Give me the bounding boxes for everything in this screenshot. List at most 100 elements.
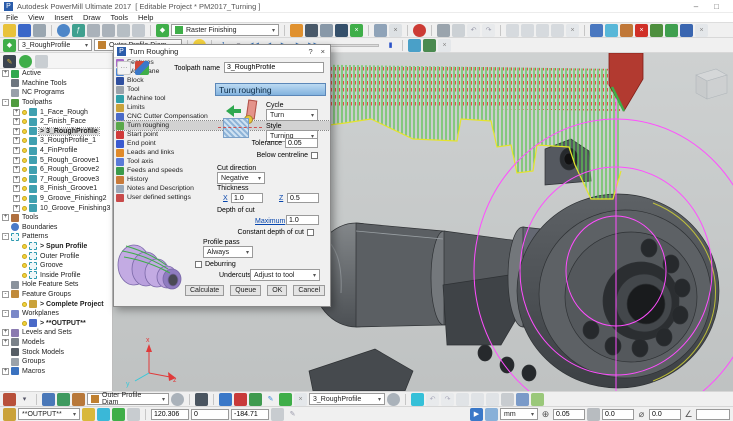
save-icon[interactable] <box>18 24 31 37</box>
annotation-icon[interactable] <box>132 24 145 37</box>
bulb-icon[interactable] <box>22 148 27 153</box>
cut-direction-combo[interactable]: Negative▾ <box>217 172 265 184</box>
tolerance-input[interactable] <box>285 138 318 148</box>
bulb-icon[interactable] <box>22 110 27 115</box>
bulb-icon[interactable] <box>22 177 27 182</box>
expander-icon[interactable]: + <box>2 329 9 336</box>
draw-tool-icon[interactable] <box>234 393 247 406</box>
tree-item-groups[interactable]: Groups <box>0 357 112 367</box>
bulb-icon[interactable] <box>22 158 27 163</box>
expander-icon[interactable]: + <box>13 128 20 135</box>
pattern-icon[interactable] <box>620 24 633 37</box>
tree-item-toolpath[interactable]: + 3_RoughProfile_1 <box>0 136 112 146</box>
zlevel-icon[interactable] <box>305 24 318 37</box>
maximize-button[interactable]: □ <box>714 2 719 11</box>
redo-icon[interactable]: ↷ <box>482 24 495 37</box>
tree-item-pattern[interactable]: Inside Profile <box>0 270 112 280</box>
bulb-icon[interactable] <box>22 119 27 124</box>
calculate-button[interactable]: Calculate <box>185 285 224 296</box>
delete-icon[interactable]: × <box>635 24 648 37</box>
tree-item-toolpath[interactable]: + 10_Groove_Finishing3 <box>0 203 112 213</box>
tree-item-toolpath[interactable]: + 7_Rough_Groove3 <box>0 175 112 185</box>
expander-icon[interactable]: - <box>2 310 9 317</box>
tree-item-levels-and-sets[interactable]: + Levels and Sets <box>0 328 112 338</box>
expander-icon[interactable]: + <box>13 205 20 212</box>
copy-icon[interactable] <box>456 393 469 406</box>
coord-y-field[interactable] <box>191 409 229 420</box>
sheet-icon[interactable] <box>501 393 514 406</box>
coord-x-field[interactable] <box>151 409 189 420</box>
block-form-icon[interactable] <box>3 393 16 406</box>
tree-item-macros[interactable]: + Macros <box>0 366 112 376</box>
viewmill-icon[interactable] <box>665 24 678 37</box>
draw-toolpath-icon[interactable] <box>219 393 232 406</box>
menu-item[interactable]: Insert <box>54 13 73 22</box>
expander-icon[interactable]: + <box>2 70 9 77</box>
bulb-icon[interactable] <box>22 196 27 201</box>
tree-item-feature-group[interactable]: > Complete Project <box>0 299 112 309</box>
expander-icon[interactable]: + <box>2 339 9 346</box>
shaded-view-icon[interactable] <box>42 393 55 406</box>
bulb-icon[interactable] <box>22 321 27 326</box>
tree-item-patterns[interactable]: - Patterns <box>0 232 112 242</box>
expander-icon[interactable]: - <box>2 99 9 106</box>
thickness-field[interactable] <box>602 409 634 420</box>
expander-icon[interactable]: + <box>13 118 20 125</box>
expander-icon[interactable]: + <box>2 214 9 221</box>
strategy-combo[interactable]: Raster Finishing ▾ <box>171 24 279 36</box>
components-icon[interactable] <box>135 61 149 75</box>
measure-pencil-icon[interactable]: ✎ <box>286 408 299 421</box>
tree-item-pattern[interactable]: Groove <box>0 261 112 271</box>
pause-bar-icon[interactable]: ▮ <box>384 39 397 52</box>
plan-view-icon[interactable]: ✎ <box>3 55 16 68</box>
cancel-button[interactable]: Cancel <box>293 285 325 296</box>
bulb-icon[interactable] <box>22 129 27 134</box>
expander-icon[interactable]: + <box>13 176 20 183</box>
dialog-title-bar[interactable]: P Turn Roughing ? × <box>114 45 330 58</box>
measure-icon[interactable] <box>102 24 115 37</box>
tree-item-workplane[interactable]: > **OUTPUT** <box>0 318 112 328</box>
tree-item-tools[interactable]: + Tools <box>0 213 112 223</box>
redo-icon[interactable]: ↷ <box>441 393 454 406</box>
tree-item-boundaries[interactable]: Boundaries <box>0 223 112 233</box>
tree-item-nc-programs[interactable]: NC Programs <box>0 88 112 98</box>
sim-close-icon[interactable]: × <box>438 39 451 52</box>
tree-item-toolpath[interactable]: + 5_Rough_Groove1 <box>0 155 112 165</box>
holder-icon[interactable] <box>290 24 303 37</box>
thickness-z-link[interactable]: Z <box>279 195 283 202</box>
print-icon[interactable] <box>33 24 46 37</box>
tolerance-field[interactable] <box>553 409 585 420</box>
cycle-combo[interactable]: Turn▾ <box>266 109 318 121</box>
grid-icon[interactable] <box>551 24 564 37</box>
simulation-mode-icon[interactable] <box>423 39 436 52</box>
machine-tool-icon[interactable] <box>335 24 348 37</box>
copy-icon[interactable] <box>521 24 534 37</box>
tree-item-toolpath[interactable]: + 6_Rough_Groove2 <box>0 165 112 175</box>
toolpath-world-icon[interactable] <box>387 393 400 406</box>
toolpath-toggle-icon[interactable] <box>279 393 292 406</box>
thickness-x-input[interactable] <box>231 193 263 203</box>
tree-item-toolpath[interactable]: + 4_FinProfile <box>0 146 112 156</box>
block-caret-icon[interactable]: ▾ <box>18 393 31 406</box>
bulb-icon[interactable] <box>22 138 27 143</box>
menu-item[interactable]: Help <box>138 13 153 22</box>
layers-green-icon[interactable] <box>531 393 544 406</box>
expander-icon[interactable]: + <box>2 368 9 375</box>
ruler-icon[interactable] <box>320 24 333 37</box>
active-toolpath-combo[interactable]: 3_RoughProfile ▾ <box>18 39 92 51</box>
snowflake-icon[interactable] <box>411 393 424 406</box>
list-close-icon[interactable]: × <box>566 24 579 37</box>
wp-align-icon[interactable] <box>112 408 125 421</box>
queue-grid-icon[interactable]: ⋯ <box>117 61 131 75</box>
expander-icon[interactable]: + <box>13 109 20 116</box>
fx-icon[interactable]: ƒ <box>72 24 85 37</box>
wp-block-icon[interactable] <box>127 408 140 421</box>
constant-depth-checkbox[interactable] <box>307 229 314 236</box>
bulb-icon[interactable] <box>22 186 27 191</box>
bulb-icon[interactable] <box>22 273 27 278</box>
strategies-icon[interactable]: ◆ <box>3 39 16 52</box>
snap-grid-icon[interactable] <box>271 408 284 421</box>
tree-item-workplanes[interactable]: - Workplanes <box>0 309 112 319</box>
maximum-depth-input[interactable] <box>286 215 319 225</box>
deburring-checkbox[interactable] <box>195 261 202 268</box>
